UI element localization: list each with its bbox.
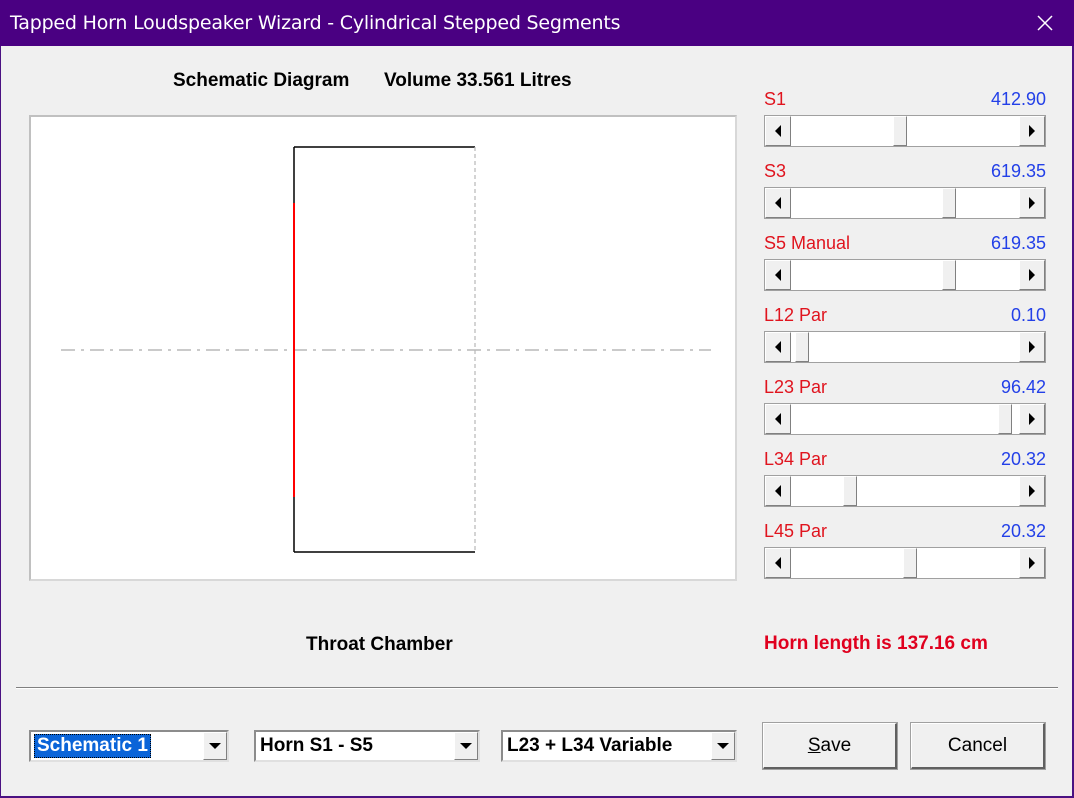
save-button-label: ave (820, 734, 852, 756)
slider-scrollbar[interactable] (764, 331, 1046, 363)
slider-scrollbar[interactable] (764, 115, 1046, 147)
horn-select-dropdown-button[interactable] (454, 732, 478, 760)
slider-label: L12 Par (764, 305, 828, 325)
variable-select-value: L23 + L34 Variable (507, 735, 673, 756)
slider-scrollbar[interactable] (764, 403, 1046, 435)
slider-thumb[interactable] (942, 188, 957, 218)
slider-scrollbar[interactable] (764, 475, 1046, 507)
scroll-right-button[interactable] (1019, 260, 1045, 290)
window-title: Tapped Horn Loudspeaker Wizard - Cylindr… (10, 12, 621, 34)
scroll-left-button[interactable] (765, 332, 791, 362)
scroll-left-button[interactable] (765, 548, 791, 578)
chevron-down-icon (209, 743, 221, 749)
slider-scrollbar[interactable] (764, 187, 1046, 219)
arrow-left-icon (775, 269, 781, 281)
horn-length-label: Horn length is 137.16 cm (764, 633, 988, 654)
arrow-left-icon (775, 557, 781, 569)
chevron-down-icon (717, 743, 729, 749)
slider-label: L34 Par (764, 449, 828, 469)
scroll-right-button[interactable] (1019, 188, 1045, 218)
scroll-right-button[interactable] (1019, 476, 1045, 506)
cancel-button-label: Cancel (947, 734, 1008, 756)
diagram-caption: Throat Chamber (306, 634, 453, 655)
slider-value: 619.35 (990, 161, 1046, 181)
scroll-right-button[interactable] (1019, 404, 1045, 434)
volume-label: Volume 33.561 Litres (384, 70, 572, 91)
slider-scrollbar[interactable] (764, 259, 1046, 291)
diagram-heading: Schematic Diagram (173, 70, 350, 91)
arrow-right-icon (1029, 485, 1035, 497)
schematic-diagram (29, 115, 737, 581)
variable-select-dropdown-button[interactable] (711, 732, 735, 760)
scroll-left-button[interactable] (765, 188, 791, 218)
arrow-left-icon (775, 485, 781, 497)
schematic-select[interactable]: Schematic 1 (29, 730, 229, 762)
slider-value: 619.35 (990, 233, 1046, 253)
scroll-right-button[interactable] (1019, 116, 1045, 146)
slider-thumb[interactable] (942, 260, 957, 290)
arrow-left-icon (775, 413, 781, 425)
slider-thumb[interactable] (842, 476, 857, 506)
title-bar[interactable]: Tapped Horn Loudspeaker Wizard - Cylindr… (0, 0, 1074, 46)
horn-select[interactable]: Horn S1 - S5 (254, 730, 480, 762)
slider-label: S1 (764, 89, 787, 109)
horn-select-value: Horn S1 - S5 (260, 735, 373, 756)
arrow-left-icon (775, 125, 781, 137)
slider-label: S5 Manual (764, 233, 851, 253)
schematic-select-value: Schematic 1 (34, 734, 151, 758)
variable-select[interactable]: L23 + L34 Variable (501, 730, 737, 762)
arrow-right-icon (1029, 557, 1035, 569)
arrow-left-icon (775, 341, 781, 353)
close-icon (1037, 15, 1053, 31)
cancel-button[interactable]: Cancel (910, 722, 1046, 770)
save-button-mnemonic: S (807, 734, 821, 756)
scroll-left-button[interactable] (765, 116, 791, 146)
slider-thumb[interactable] (892, 116, 907, 146)
arrow-right-icon (1029, 341, 1035, 353)
slider-thumb[interactable] (795, 332, 810, 362)
slider-value: 96.42 (1000, 377, 1046, 397)
separator-line (16, 687, 1058, 689)
chevron-down-icon (460, 743, 472, 749)
slider-scrollbar[interactable] (764, 547, 1046, 579)
slider-value: 20.32 (1000, 521, 1046, 541)
scroll-left-button[interactable] (765, 404, 791, 434)
wizard-window: Tapped Horn Loudspeaker Wizard - Cylindr… (0, 0, 1074, 798)
arrow-left-icon (775, 197, 781, 209)
arrow-right-icon (1029, 125, 1035, 137)
slider-label: S3 (764, 161, 787, 181)
schematic-select-dropdown-button[interactable] (203, 732, 227, 760)
arrow-right-icon (1029, 413, 1035, 425)
slider-value: 20.32 (1000, 449, 1046, 469)
scroll-left-button[interactable] (765, 476, 791, 506)
dialog-body: Schematic Diagram Volume 33.561 Litres S… (1, 46, 1072, 796)
slider-label: L23 Par (764, 377, 828, 397)
slider-label: L45 Par (764, 521, 828, 541)
close-button[interactable] (1016, 0, 1074, 46)
slider-value: 0.10 (1010, 305, 1046, 325)
schematic-drawing (61, 146, 711, 553)
slider-thumb[interactable] (903, 548, 918, 578)
save-button[interactable]: Save (762, 722, 898, 770)
arrow-right-icon (1029, 269, 1035, 281)
scroll-right-button[interactable] (1019, 332, 1045, 362)
scroll-left-button[interactable] (765, 260, 791, 290)
arrow-right-icon (1029, 197, 1035, 209)
slider-thumb[interactable] (998, 404, 1013, 434)
scroll-right-button[interactable] (1019, 548, 1045, 578)
slider-value: 412.90 (990, 89, 1046, 109)
